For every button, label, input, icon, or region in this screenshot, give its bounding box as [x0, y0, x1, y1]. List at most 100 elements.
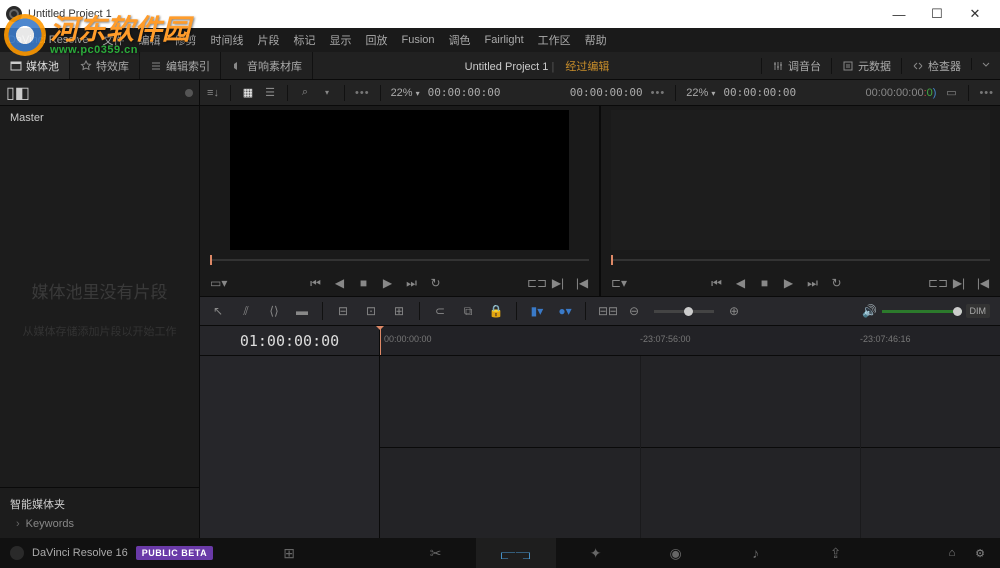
- menu-workspace[interactable]: 工作区: [538, 32, 571, 48]
- next-frame-icon[interactable]: ⏭: [806, 276, 820, 291]
- dim-button[interactable]: DIM: [966, 304, 991, 318]
- chevron-down-icon[interactable]: ▾: [320, 86, 334, 100]
- menu-view[interactable]: 显示: [330, 32, 352, 48]
- menu-fusion[interactable]: Fusion: [402, 34, 435, 46]
- master-bin[interactable]: Master: [0, 106, 199, 130]
- program-tc-in[interactable]: 00:00:00:00: [723, 86, 796, 99]
- media-pool-toggle[interactable]: 媒体池: [0, 52, 70, 79]
- timeline-timecode[interactable]: 01:00:00:00: [200, 326, 379, 356]
- mixer-toggle[interactable]: 调音台: [761, 58, 831, 74]
- speaker-icon[interactable]: 🔊: [862, 304, 878, 318]
- blade-tool-icon[interactable]: ▬: [294, 304, 310, 318]
- program-scrubber[interactable]: [611, 254, 990, 266]
- out-point-icon[interactable]: |◀: [976, 276, 990, 290]
- minimize-button[interactable]: —: [880, 0, 918, 28]
- panel-layout-icon[interactable]: ▯◧: [6, 83, 30, 103]
- program-screen[interactable]: [611, 110, 990, 250]
- source-scrubber[interactable]: [210, 254, 589, 266]
- source-tc-out[interactable]: 00:00:00:00: [570, 86, 643, 99]
- link-icon[interactable]: ⧉: [460, 304, 476, 319]
- prev-frame-icon[interactable]: ◀: [333, 276, 347, 290]
- play-icon[interactable]: ▶: [782, 276, 796, 290]
- stop-icon[interactable]: ■: [357, 276, 371, 290]
- prev-frame-icon[interactable]: ◀: [734, 276, 748, 290]
- marker-icon[interactable]: ●▾: [557, 304, 573, 318]
- trim-tool-icon[interactable]: ⫽: [238, 304, 254, 319]
- close-button[interactable]: ✕: [956, 0, 994, 28]
- volume-slider[interactable]: [882, 310, 962, 313]
- menu-mark[interactable]: 标记: [294, 32, 316, 48]
- page-fairlight[interactable]: ♪: [716, 538, 796, 568]
- page-edit[interactable]: ⫍⫎: [476, 538, 556, 568]
- smart-bin-keywords[interactable]: Keywords: [10, 518, 189, 530]
- source-tc-in[interactable]: 00:00:00:00: [428, 86, 501, 99]
- menu-clip[interactable]: 片段: [258, 32, 280, 48]
- out-point-icon[interactable]: |◀: [575, 276, 589, 290]
- page-media[interactable]: ⊞: [249, 538, 329, 568]
- first-frame-icon[interactable]: ⏮: [710, 276, 724, 291]
- options-icon[interactable]: •••: [355, 87, 370, 99]
- match-frame-icon[interactable]: ⊏⊐: [928, 276, 942, 290]
- expand-toggle[interactable]: [971, 58, 1000, 70]
- program-mode-icon[interactable]: ⊏▾: [611, 276, 625, 290]
- inspector-toggle[interactable]: 检查器: [901, 58, 971, 74]
- overwrite-icon[interactable]: ⊡: [363, 304, 379, 318]
- page-deliver[interactable]: ⇪: [796, 538, 876, 568]
- next-frame-icon[interactable]: ⏭: [405, 276, 419, 291]
- zoom-in-icon[interactable]: ⊕: [726, 304, 742, 318]
- source-zoom[interactable]: 22% ▾: [391, 87, 420, 99]
- loop-icon[interactable]: ↻: [429, 276, 443, 290]
- list-view-icon[interactable]: ☰: [263, 86, 277, 100]
- edit-index-toggle[interactable]: 编辑索引: [140, 52, 221, 79]
- menu-file[interactable]: 文件: [103, 32, 125, 48]
- home-icon[interactable]: ⌂: [942, 547, 962, 559]
- search-icon[interactable]: ⌕: [298, 86, 312, 100]
- page-color[interactable]: ◉: [636, 538, 716, 568]
- sort-icon[interactable]: ≡↓: [206, 86, 220, 100]
- replace-icon[interactable]: ⊞: [391, 304, 407, 318]
- metadata-toggle[interactable]: 元数据: [831, 58, 901, 74]
- record-dot-icon[interactable]: [185, 89, 193, 97]
- sound-lib-toggle[interactable]: 音响素材库: [221, 52, 313, 79]
- menu-davinci[interactable]: DaVinci Resolve: [8, 34, 89, 46]
- first-frame-icon[interactable]: ⏮: [309, 276, 323, 291]
- loop-icon[interactable]: ↻: [830, 276, 844, 290]
- program-options-icon[interactable]: •••: [979, 87, 994, 99]
- match-frame-icon[interactable]: ⊏⊐: [527, 276, 541, 290]
- menu-timeline[interactable]: 时间线: [211, 32, 244, 48]
- menu-fairlight[interactable]: Fairlight: [485, 34, 524, 46]
- flag-icon[interactable]: ▮▾: [529, 304, 545, 318]
- source-mode-icon[interactable]: ▭▾: [210, 276, 224, 290]
- thumbnail-view-icon[interactable]: ▦: [241, 86, 255, 100]
- program-tc-out[interactable]: 00:00:00:00:0): [865, 86, 936, 99]
- in-point-icon[interactable]: ▶|: [551, 276, 565, 290]
- timeline-tracks[interactable]: [380, 356, 1000, 538]
- arrow-tool-icon[interactable]: ↖: [210, 304, 226, 318]
- timeline-ruler[interactable]: 00:00:00:00 -23:07:56:00 -23:07:46:16: [380, 326, 1000, 356]
- zoom-slider[interactable]: [654, 310, 714, 313]
- dynamic-trim-icon[interactable]: ⟨⟩: [266, 304, 282, 318]
- source-options-icon[interactable]: •••: [651, 87, 666, 99]
- page-fusion[interactable]: ✦: [556, 538, 636, 568]
- menu-edit[interactable]: 编辑: [139, 32, 161, 48]
- effects-toggle[interactable]: 特效库: [70, 52, 140, 79]
- lock-icon[interactable]: 🔒: [488, 304, 504, 318]
- snap-icon[interactable]: ⊂: [432, 304, 448, 318]
- zoom-out-icon[interactable]: ⊖: [626, 304, 642, 318]
- in-point-icon[interactable]: ▶|: [952, 276, 966, 290]
- menu-trim[interactable]: 修剪: [175, 32, 197, 48]
- insert-icon[interactable]: ⊟: [335, 304, 351, 318]
- stop-icon[interactable]: ■: [758, 276, 772, 290]
- settings-icon[interactable]: ⚙: [970, 547, 990, 560]
- playhead[interactable]: [380, 326, 381, 355]
- menu-playback[interactable]: 回放: [366, 32, 388, 48]
- page-cut[interactable]: ✂: [396, 538, 476, 568]
- timeline-view-icon[interactable]: ⊟⊟: [598, 304, 614, 318]
- program-zoom[interactable]: 22% ▾: [686, 87, 715, 99]
- play-icon[interactable]: ▶: [381, 276, 395, 290]
- menu-color[interactable]: 调色: [449, 32, 471, 48]
- menu-help[interactable]: 帮助: [585, 32, 607, 48]
- maximize-button[interactable]: ☐: [918, 0, 956, 28]
- source-screen[interactable]: [230, 110, 569, 250]
- monitor-icon[interactable]: ▭: [944, 86, 958, 100]
